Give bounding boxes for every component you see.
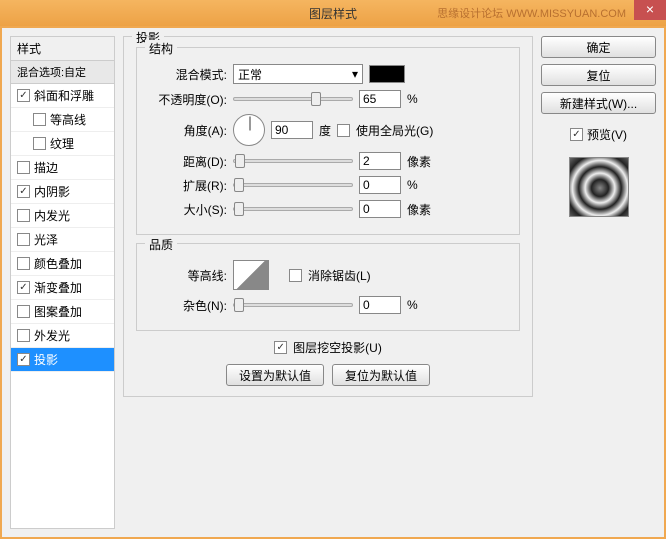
size-input[interactable]: 0 [359, 200, 401, 218]
opacity-unit: % [407, 92, 418, 106]
left-panel: 样式 混合选项:自定 斜面和浮雕等高线纹理描边内阴影内发光光泽颜色叠加渐变叠加图… [10, 36, 115, 529]
preview-label: 预览(V) [587, 126, 627, 143]
ok-button[interactable]: 确定 [541, 36, 656, 58]
watermark: 思缘设计论坛 WWW.MISSYUAN.COM [437, 5, 626, 21]
style-item-3[interactable]: 描边 [11, 156, 114, 180]
style-item-4[interactable]: 内阴影 [11, 180, 114, 204]
contour-label: 等高线: [147, 267, 227, 284]
distance-label: 距离(D): [147, 153, 227, 170]
style-label: 内阴影 [34, 183, 70, 200]
blend-mode-select[interactable]: 正常 ▾ [233, 64, 363, 84]
style-item-8[interactable]: 渐变叠加 [11, 276, 114, 300]
right-panel: 确定 复位 新建样式(W)... 预览(V) [541, 36, 656, 529]
knockout-checkbox[interactable] [274, 341, 287, 354]
spread-unit: % [407, 178, 418, 192]
styles-header: 样式 [10, 36, 115, 60]
window-title: 图层样式 [309, 5, 357, 22]
style-label: 内发光 [34, 207, 70, 224]
style-checkbox[interactable] [17, 281, 30, 294]
shadow-color-swatch[interactable] [369, 65, 405, 83]
size-label: 大小(S): [147, 201, 227, 218]
antialias-checkbox[interactable] [289, 269, 302, 282]
distance-slider[interactable] [233, 159, 353, 163]
style-label: 渐变叠加 [34, 279, 82, 296]
style-label: 描边 [34, 159, 58, 176]
noise-unit: % [407, 298, 418, 312]
chevron-down-icon: ▾ [352, 67, 358, 81]
angle-dial[interactable] [233, 114, 265, 146]
style-label: 纹理 [50, 135, 74, 152]
quality-group: 品质 等高线: 消除锯齿(L) 杂色(N): 0 % [136, 243, 520, 331]
style-checkbox[interactable] [33, 113, 46, 126]
close-button[interactable]: × [634, 0, 666, 20]
preview-thumbnail [569, 157, 629, 217]
mid-panel: 投影 结构 混合模式: 正常 ▾ 不透明度(O): 65 % [123, 36, 533, 529]
opacity-input[interactable]: 65 [359, 90, 401, 108]
distance-unit: 像素 [407, 153, 431, 170]
style-item-7[interactable]: 颜色叠加 [11, 252, 114, 276]
style-item-9[interactable]: 图案叠加 [11, 300, 114, 324]
style-checkbox[interactable] [33, 137, 46, 150]
style-item-0[interactable]: 斜面和浮雕 [11, 84, 114, 108]
structure-legend: 结构 [145, 40, 177, 57]
global-light-checkbox[interactable] [337, 124, 350, 137]
blend-mode-label: 混合模式: [147, 66, 227, 83]
angle-unit: 度 [319, 122, 331, 139]
distance-input[interactable]: 2 [359, 152, 401, 170]
style-label: 颜色叠加 [34, 255, 82, 272]
reset-default-button[interactable]: 复位为默认值 [332, 364, 430, 386]
opacity-label: 不透明度(O): [147, 91, 227, 108]
cancel-button[interactable]: 复位 [541, 64, 656, 86]
angle-label: 角度(A): [147, 122, 227, 139]
style-checkbox[interactable] [17, 353, 30, 366]
titlebar: 图层样式 思缘设计论坛 WWW.MISSYUAN.COM × [0, 0, 666, 26]
style-item-11[interactable]: 投影 [11, 348, 114, 372]
make-default-button[interactable]: 设置为默认值 [226, 364, 324, 386]
style-label: 图案叠加 [34, 303, 82, 320]
style-item-2[interactable]: 纹理 [11, 132, 114, 156]
contour-picker[interactable] [233, 260, 269, 290]
style-checkbox[interactable] [17, 185, 30, 198]
spread-input[interactable]: 0 [359, 176, 401, 194]
style-label: 外发光 [34, 327, 70, 344]
style-checkbox[interactable] [17, 257, 30, 270]
style-checkbox[interactable] [17, 89, 30, 102]
style-checkbox[interactable] [17, 305, 30, 318]
new-style-button[interactable]: 新建样式(W)... [541, 92, 656, 114]
knockout-label: 图层挖空投影(U) [293, 339, 382, 356]
antialias-label: 消除锯齿(L) [308, 267, 371, 284]
style-item-6[interactable]: 光泽 [11, 228, 114, 252]
style-list: 斜面和浮雕等高线纹理描边内阴影内发光光泽颜色叠加渐变叠加图案叠加外发光投影 [10, 83, 115, 529]
spread-slider[interactable] [233, 183, 353, 187]
spread-label: 扩展(R): [147, 177, 227, 194]
noise-label: 杂色(N): [147, 297, 227, 314]
quality-legend: 品质 [145, 236, 177, 253]
preview-checkbox[interactable] [570, 128, 583, 141]
style-checkbox[interactable] [17, 233, 30, 246]
noise-slider[interactable] [233, 303, 353, 307]
opacity-slider[interactable] [233, 97, 353, 101]
style-label: 等高线 [50, 111, 86, 128]
drop-shadow-section: 投影 结构 混合模式: 正常 ▾ 不透明度(O): 65 % [123, 36, 533, 397]
style-checkbox[interactable] [17, 329, 30, 342]
size-unit: 像素 [407, 201, 431, 218]
content: 样式 混合选项:自定 斜面和浮雕等高线纹理描边内阴影内发光光泽颜色叠加渐变叠加图… [2, 28, 664, 537]
global-light-label: 使用全局光(G) [356, 122, 433, 139]
style-label: 光泽 [34, 231, 58, 248]
style-checkbox[interactable] [17, 161, 30, 174]
style-checkbox[interactable] [17, 209, 30, 222]
angle-input[interactable]: 90 [271, 121, 313, 139]
style-item-10[interactable]: 外发光 [11, 324, 114, 348]
size-slider[interactable] [233, 207, 353, 211]
structure-group: 结构 混合模式: 正常 ▾ 不透明度(O): 65 % 角度(A): [136, 47, 520, 235]
style-item-1[interactable]: 等高线 [11, 108, 114, 132]
noise-input[interactable]: 0 [359, 296, 401, 314]
style-item-5[interactable]: 内发光 [11, 204, 114, 228]
style-label: 斜面和浮雕 [34, 87, 94, 104]
style-label: 投影 [34, 351, 58, 368]
blend-options-header[interactable]: 混合选项:自定 [10, 60, 115, 83]
